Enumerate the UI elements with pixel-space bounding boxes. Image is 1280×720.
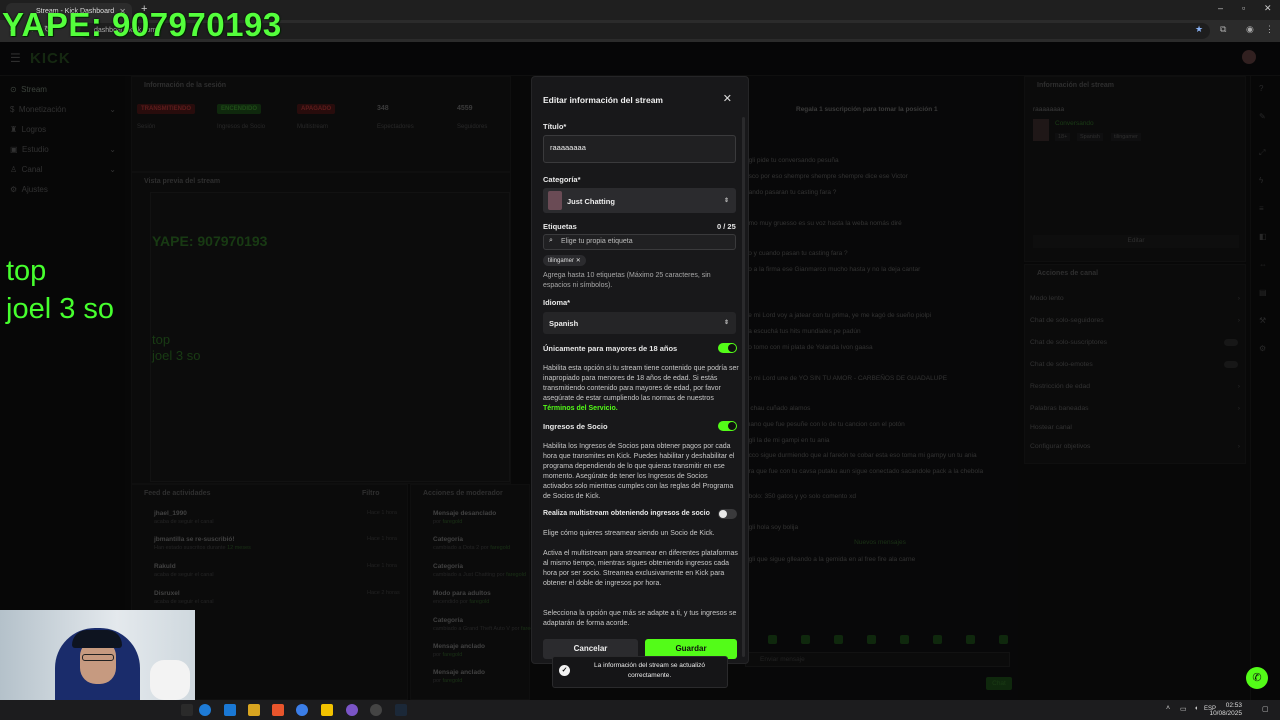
notification-icon[interactable]: ▢ [1262,705,1269,713]
extensions-icon[interactable]: ⧉ [1220,24,1226,35]
choose-text: Elige cómo quieres streamear siendo un S… [543,530,715,537]
partner-label: Ingresos de Socio [543,422,608,431]
minimize-icon[interactable]: – [1218,3,1223,13]
obs-icon[interactable] [346,704,358,716]
multistream-toggle[interactable] [718,509,737,519]
outlook-icon[interactable] [224,704,236,716]
tag-chip[interactable]: tilingamer ✕ [543,255,586,266]
chevron-up-icon[interactable]: ˄ [1166,705,1170,712]
folder-icon[interactable] [248,704,260,716]
clock[interactable]: 02:53 10/08/2025 [1209,702,1242,718]
yape-overlay: YAPE: 907970193 [2,6,282,43]
modal-scrollbar[interactable] [742,117,745,657]
multistream-help: Activa el multistream para streamear en … [543,550,738,587]
search-icon: ⌕ [549,237,553,244]
brave-icon[interactable] [272,704,284,716]
category-select[interactable]: Just Chatting ⇕ [543,188,736,213]
category-label: Categoría* [543,175,581,184]
close-icon[interactable]: ✕ [723,92,732,105]
taskbar: ˄ ▭ ◖ ESP 02:53 10/08/2025 ▢ [0,700,1280,720]
remove-tag-icon: ✕ [575,258,581,264]
title-label: Título* [543,122,567,131]
bookmark-star-icon[interactable]: ★ [1195,24,1203,35]
chat-bubble-icon[interactable]: ✆ [1246,667,1268,689]
adult-label: Únicamente para mayores de 18 años [543,344,678,353]
volume-icon[interactable]: ◖ [1194,705,1198,712]
tags-input[interactable]: ⌕ Elige tu propia etiqueta [543,234,736,250]
modal-title: Editar información del stream [543,95,663,105]
webcam-chair [150,660,190,700]
overlay-line-1: top [6,255,47,287]
multistream-label: Realiza multistream obteniendo ingresos … [543,510,710,517]
screen: Stream - Kick Dashboard ✕ + – ▫ ✕ ← → ↻ … [0,0,1280,720]
adult-help: Habilita esta opción si tu stream tiene … [543,365,739,412]
edit-stream-modal: Editar información del stream ✕ Título* … [531,76,749,664]
webcam-person-glasses [82,654,114,661]
tags-label: Etiquetas [543,222,577,231]
notes-icon[interactable] [321,704,333,716]
tags-count: 0 / 25 [717,222,736,231]
adult-toggle[interactable] [718,343,737,353]
network-icon[interactable]: ▭ [1180,705,1187,713]
edge-icon[interactable] [199,704,211,716]
select-caret-icon: ⇕ [723,320,729,326]
profile-icon[interactable]: ◉ [1246,24,1254,35]
close-window-icon[interactable]: ✕ [1264,3,1272,14]
language-label: Idioma* [543,298,571,307]
webcam-feed [0,610,195,700]
maximize-icon[interactable]: ▫ [1242,3,1245,13]
select-help: Selecciona la opción que más se adapte a… [543,610,737,627]
overlay-text: top joel 3 so [6,252,114,328]
chrome-icon[interactable] [296,704,308,716]
app-icon[interactable] [370,704,382,716]
select-caret-icon: ⇕ [723,198,729,204]
category-thumbnail [548,191,562,210]
webcam-person-hat [72,630,122,648]
toast-text: La información del stream se actualizó c… [594,662,705,679]
partner-toggle[interactable] [718,421,737,431]
steam-icon[interactable] [395,704,407,716]
menu-dots-icon[interactable]: ⋮ [1265,24,1274,35]
success-toast: ✓ La información del stream se actualizó… [552,656,728,688]
tags-help: Agrega hasta 10 etiquetas (Máximo 25 car… [543,272,711,289]
overlay-line-2: joel 3 so [6,293,115,325]
check-icon: ✓ [559,665,570,676]
partner-help: Habilita los Ingresos de Socios para obt… [543,443,735,500]
language-select[interactable]: Spanish ⇕ [543,312,736,334]
terms-link[interactable]: Términos del Servicio. [543,405,618,412]
search-icon[interactable] [181,704,193,716]
title-input[interactable]: raaaaaaaa [543,135,736,163]
